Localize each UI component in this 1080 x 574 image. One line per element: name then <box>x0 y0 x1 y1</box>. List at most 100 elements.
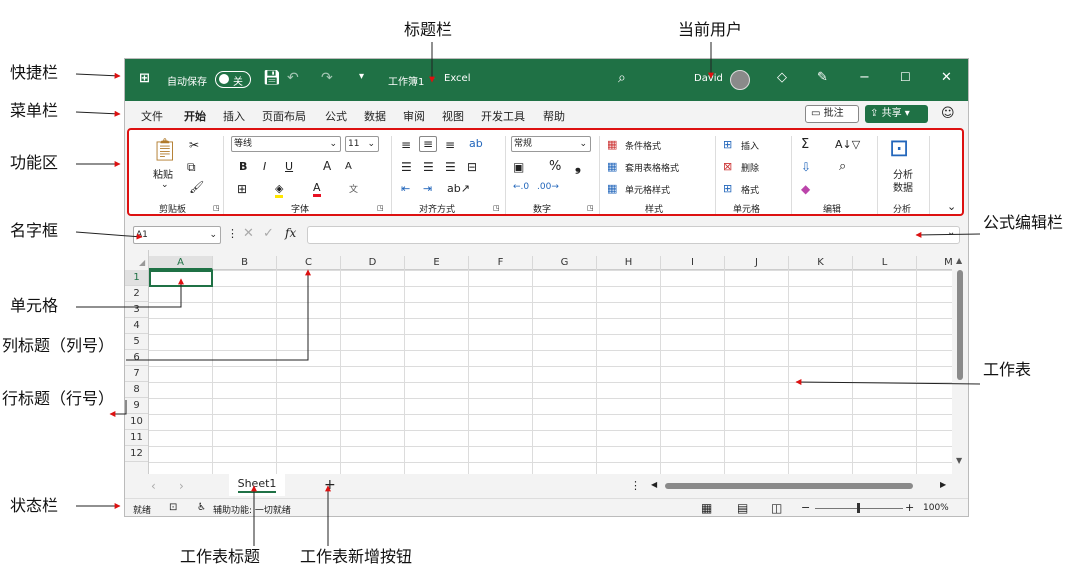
paste-label[interactable]: 粘贴 <box>153 166 173 181</box>
menu-help[interactable]: 帮助 <box>543 108 565 124</box>
avatar[interactable] <box>730 70 750 90</box>
select-all-icon[interactable]: ◢ <box>139 258 145 267</box>
orientation-icon[interactable]: ab↗ <box>447 182 470 195</box>
customize-qat-icon[interactable]: ▾ <box>359 71 364 82</box>
format-cells-icon[interactable]: ⊞ <box>723 182 732 195</box>
enter-icon[interactable]: ✓ <box>263 226 274 241</box>
font-launcher-icon[interactable]: ◳ <box>377 204 384 212</box>
align-right-icon[interactable]: ☰ <box>445 160 456 174</box>
menu-view[interactable]: 视图 <box>442 108 464 124</box>
zoom-out-icon[interactable]: − <box>801 501 810 514</box>
autosum-icon[interactable]: Σ <box>801 137 809 152</box>
column-header-h[interactable]: H <box>597 256 661 270</box>
column-header-c[interactable]: C <box>277 256 341 270</box>
percent-button[interactable]: % <box>549 159 561 174</box>
menu-insert[interactable]: 插入 <box>223 108 245 124</box>
row-header-6[interactable]: 6 <box>125 350 148 366</box>
format-table-button[interactable]: 套用表格格式 <box>625 161 679 174</box>
accessibility-icon[interactable]: ♿︎ <box>197 502 206 513</box>
page-layout-view-icon[interactable]: ▤ <box>737 501 748 515</box>
column-header-a[interactable]: A <box>149 256 213 270</box>
row-header-7[interactable]: 7 <box>125 366 148 382</box>
align-top-icon[interactable]: ≡ <box>401 138 411 152</box>
sort-filter-icon[interactable]: A↓▽ <box>835 138 860 151</box>
fill-color-icon[interactable]: ◈ <box>275 182 284 198</box>
menu-file[interactable]: 文件 <box>141 108 163 124</box>
bold-button[interactable]: B <box>239 160 247 173</box>
menu-page-layout[interactable]: 页面布局 <box>262 108 306 124</box>
fill-icon[interactable]: ⇩ <box>801 160 811 174</box>
sheet-tab[interactable]: Sheet1 <box>229 474 285 496</box>
italic-button[interactable]: I <box>263 160 266 173</box>
row-header-9[interactable]: 9 <box>125 398 148 414</box>
scroll-left-icon[interactable]: ◀ <box>651 480 657 489</box>
normal-view-icon[interactable]: ▦ <box>701 501 712 515</box>
column-header-e[interactable]: E <box>405 256 469 270</box>
align-left-icon[interactable]: ☰ <box>401 160 412 174</box>
prev-sheet-icon[interactable]: ‹ <box>151 479 156 493</box>
cancel-icon[interactable]: ✕ <box>243 226 254 241</box>
undo-icon[interactable]: ↶ <box>287 70 299 86</box>
align-center-icon[interactable]: ☰ <box>423 160 434 174</box>
column-header-f[interactable]: F <box>469 256 533 270</box>
add-sheet-button[interactable]: + <box>324 477 336 493</box>
row-header-12[interactable]: 12 <box>125 446 148 462</box>
row-header-4[interactable]: 4 <box>125 318 148 334</box>
close-icon[interactable]: ✕ <box>941 70 952 85</box>
analyze-data-icon[interactable]: ⊡ <box>889 134 909 162</box>
border-icon[interactable]: ⊞ <box>237 182 247 196</box>
number-launcher-icon[interactable]: ◳ <box>587 204 594 212</box>
tabs-more-icon[interactable]: ⋮ <box>630 479 641 492</box>
formula-input[interactable] <box>307 226 960 244</box>
find-icon[interactable]: ⌕ <box>839 159 846 174</box>
scroll-right-icon[interactable]: ▶ <box>940 480 946 489</box>
comment-button[interactable]: ▭ 批注 <box>805 105 859 123</box>
delete-cells-button[interactable]: 删除 <box>741 161 759 174</box>
delete-cells-icon[interactable]: ⊠ <box>723 160 732 173</box>
column-header-d[interactable]: D <box>341 256 405 270</box>
user-name[interactable]: David <box>694 73 723 84</box>
page-break-view-icon[interactable]: ◫ <box>771 501 782 515</box>
scroll-down-icon[interactable]: ▼ <box>956 456 962 465</box>
insert-function-button[interactable]: fx <box>285 226 296 240</box>
autosave-toggle[interactable]: 关 <box>215 71 251 88</box>
shrink-font-button[interactable]: A <box>345 161 352 172</box>
comma-icon[interactable]: ❟ <box>575 157 581 175</box>
row-header-3[interactable]: 3 <box>125 302 148 318</box>
scroll-up-icon[interactable]: ▲ <box>956 256 962 265</box>
collapse-ribbon-icon[interactable]: ⌄ <box>947 200 956 213</box>
row-header-5[interactable]: 5 <box>125 334 148 350</box>
grow-font-button[interactable]: A <box>323 159 331 173</box>
menu-formulas[interactable]: 公式 <box>325 108 347 124</box>
minimize-icon[interactable]: − <box>859 70 870 85</box>
font-name-select[interactable]: 等线 ⌄ <box>231 136 341 152</box>
cell-styles-icon[interactable]: ▦ <box>607 182 617 195</box>
save-icon[interactable]: 💾︎ <box>263 70 281 86</box>
align-bottom-icon[interactable]: ≡ <box>445 138 455 152</box>
feedback-icon[interactable]: ☺ <box>941 106 955 121</box>
next-sheet-icon[interactable]: › <box>179 479 184 493</box>
menu-home[interactable]: 开始 <box>184 108 206 124</box>
align-middle-icon[interactable]: ≡ <box>419 136 438 152</box>
menu-data[interactable]: 数据 <box>364 108 386 124</box>
more-icon[interactable]: ⋮ <box>227 227 238 240</box>
align-launcher-icon[interactable]: ◳ <box>493 204 500 212</box>
active-cell[interactable] <box>149 270 213 287</box>
copy-icon[interactable]: ⧉ <box>187 160 196 175</box>
menu-review[interactable]: 审阅 <box>403 108 425 124</box>
column-header-j[interactable]: J <box>725 256 789 270</box>
increase-indent-icon[interactable]: ⇥ <box>423 182 432 195</box>
zoom-level[interactable]: 100% <box>923 503 949 513</box>
clear-icon[interactable]: ◆ <box>801 182 810 196</box>
column-header-i[interactable]: I <box>661 256 725 270</box>
clipboard-launcher-icon[interactable]: ◳ <box>213 204 220 212</box>
zoom-in-icon[interactable]: + <box>905 501 914 514</box>
paste-dropdown-icon[interactable]: ⌄ <box>161 180 169 190</box>
paste-icon[interactable]: 📋︎ <box>151 138 179 163</box>
macro-record-icon[interactable]: ⊡ <box>169 502 177 513</box>
redo-icon[interactable]: ↷ <box>321 70 333 86</box>
maximize-icon[interactable]: ☐ <box>900 70 911 84</box>
zoom-slider-thumb[interactable] <box>857 503 860 513</box>
underline-button[interactable]: U <box>285 160 293 173</box>
grid-body[interactable] <box>125 250 952 474</box>
